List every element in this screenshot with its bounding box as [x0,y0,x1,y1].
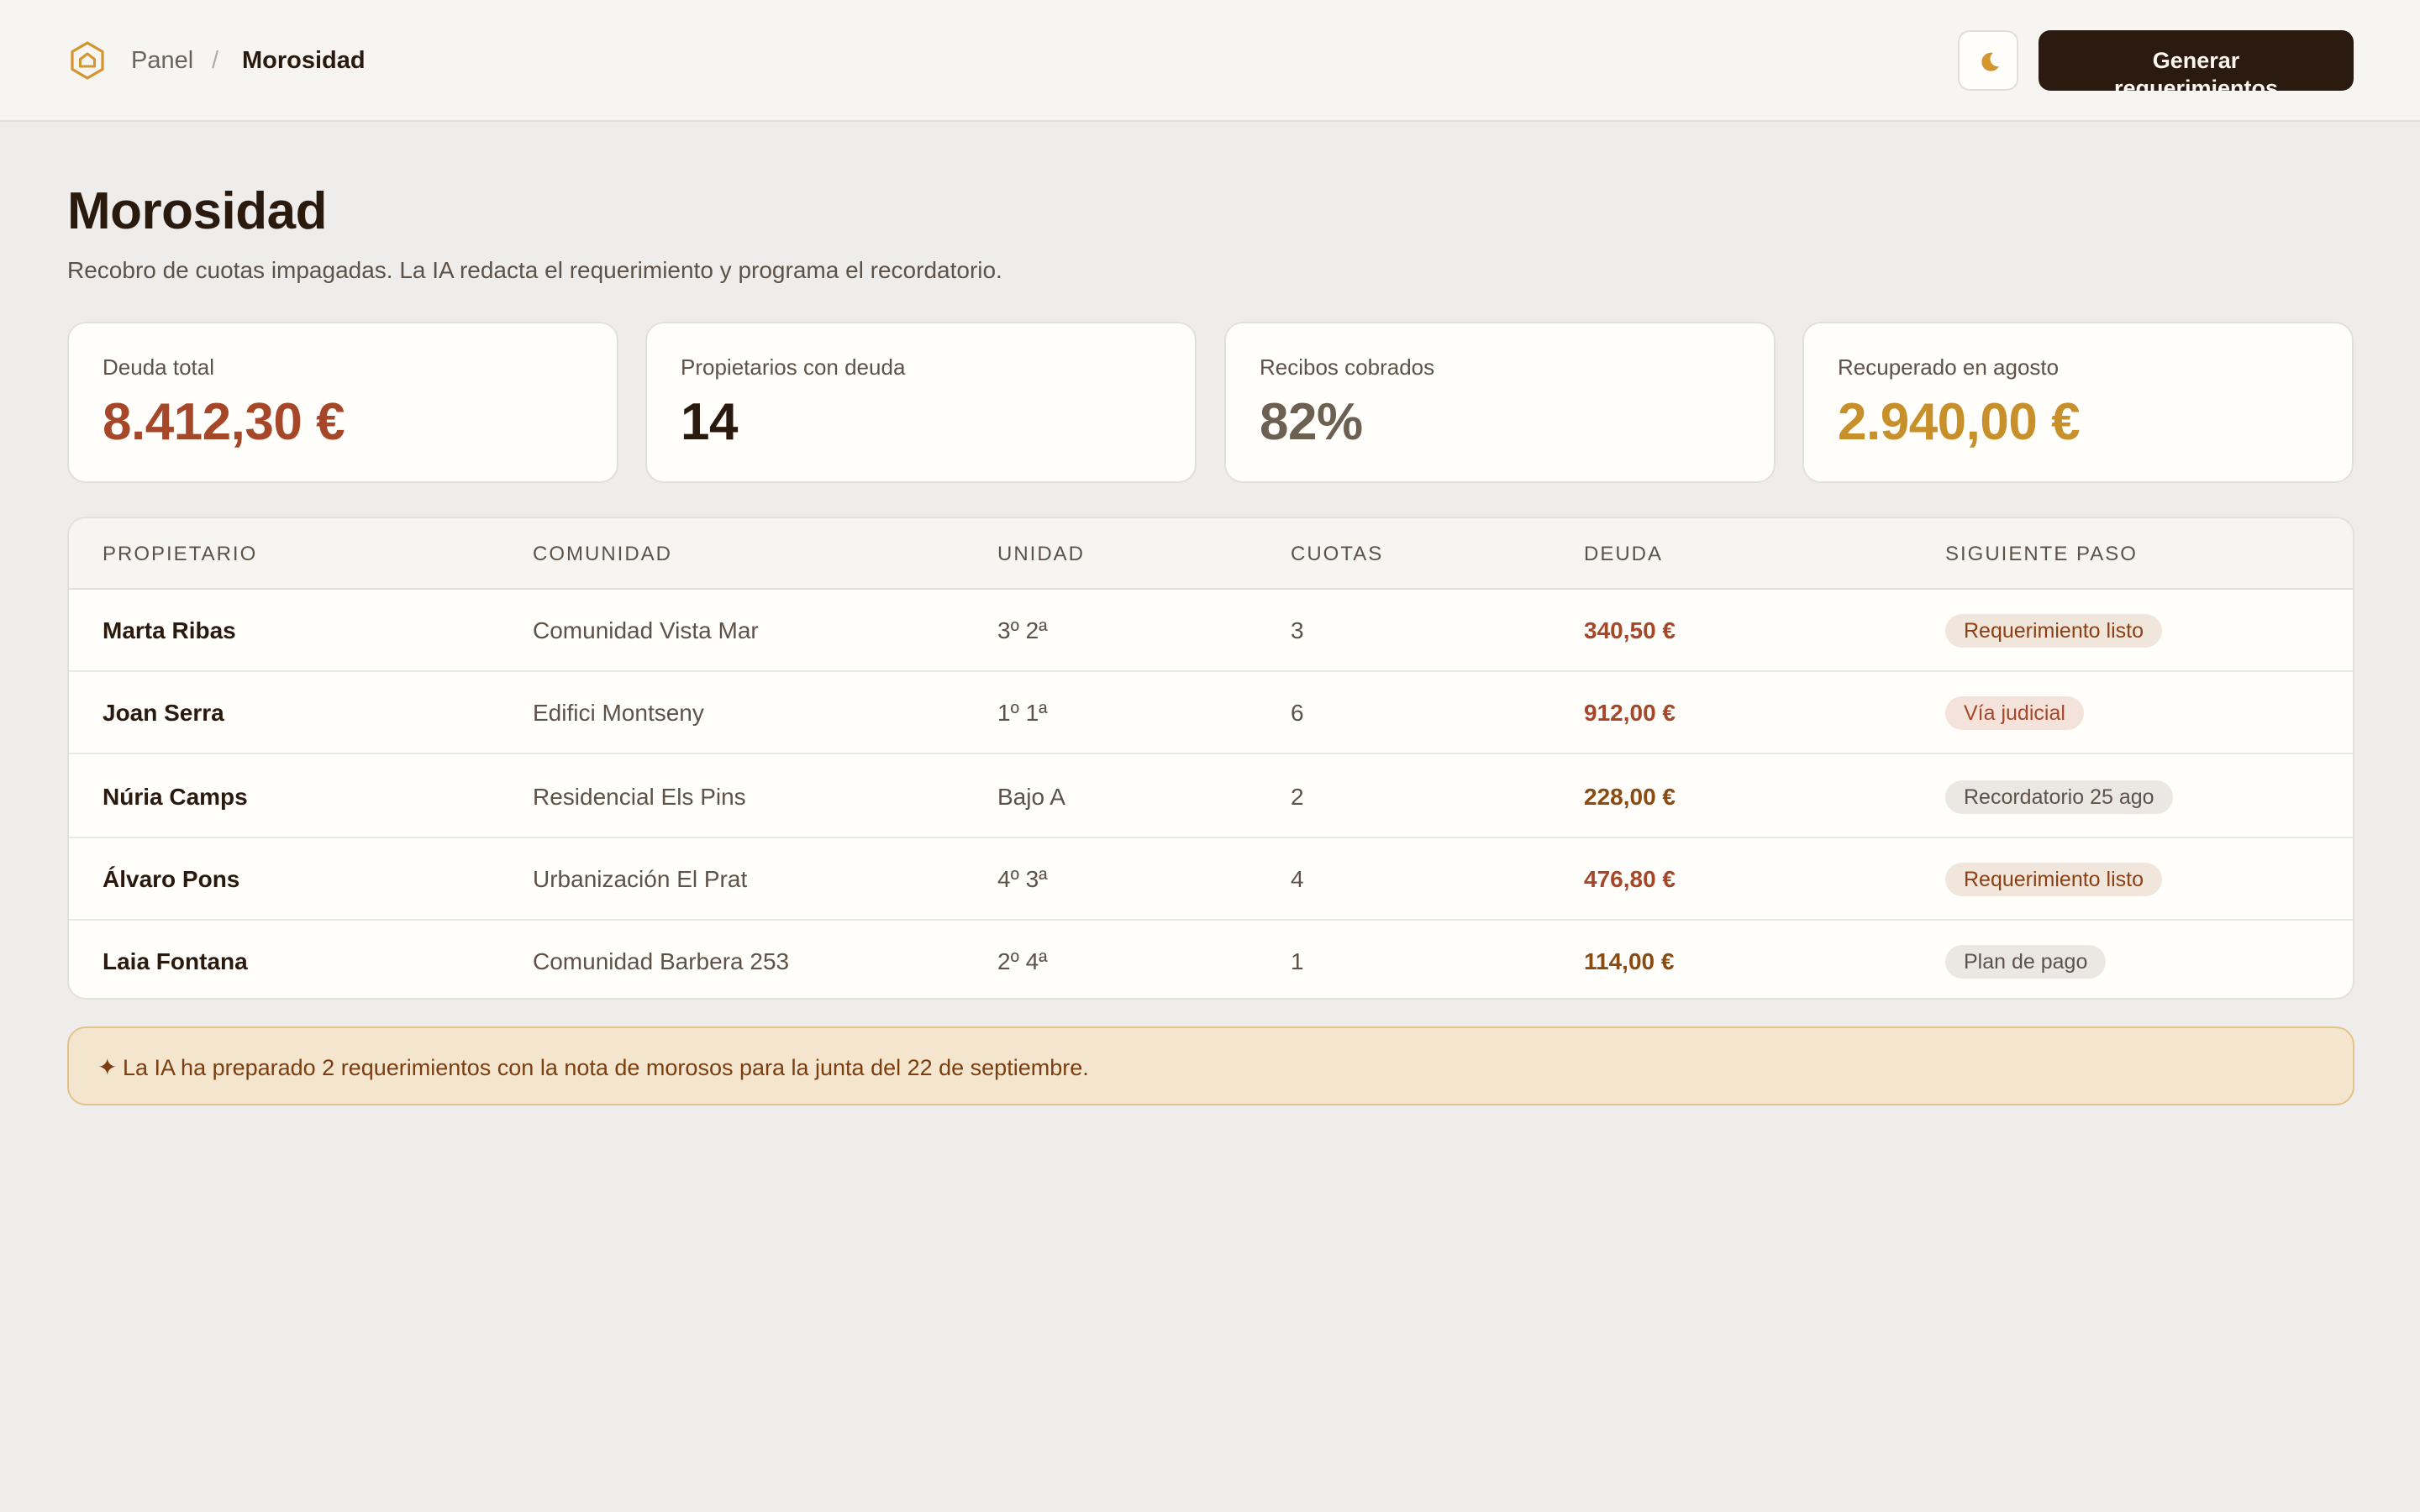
community-cell: Comunidad Vista Mar [533,617,759,643]
unit-cell: 3º 2ª [997,617,1048,643]
stat-label: Deuda total [103,354,214,380]
quotas-cell: 3 [1291,617,1304,643]
breadcrumb-current: Morosidad [242,47,366,74]
owner-cell: Álvaro Pons [103,866,240,892]
stat-value: 2.940,00 € [1838,393,2081,451]
quotas-cell: 1 [1291,948,1304,974]
stat-card-receipts-collected: Recibos cobrados 82% [1224,322,1776,483]
stat-value: 82% [1260,393,1363,451]
column-header-debt[interactable]: DEUDA [1584,541,1663,568]
stat-label: Recuperado en agosto [1838,354,2060,380]
unit-cell: 4º 3ª [997,866,1048,892]
table-header: PROPIETARIO COMUNIDAD UNIDAD CUOTAS DEUD… [69,518,2353,590]
debt-cell: 912,00 € [1584,700,1676,726]
unit-cell: 1º 1ª [997,700,1048,726]
community-cell: Comunidad Barbera 253 [533,948,790,974]
ai-notice-text: La IA ha preparado 2 requerimientos con … [123,1055,1089,1080]
page-subtitle: Recobro de cuotas impagadas. La IA redac… [67,257,1002,283]
debt-cell: 340,50 € [1584,617,1676,643]
page-title: Morosidad [67,182,327,240]
column-header-owner[interactable]: PROPIETARIO [103,541,257,568]
quotas-cell: 6 [1291,700,1304,726]
table-row[interactable]: Laia Fontana Comunidad Barbera 253 2º 4ª… [69,921,2353,998]
sparkle-icon: ✦ [97,1054,118,1080]
theme-toggle-button[interactable] [1958,30,2018,91]
stat-value: 8.412,30 € [103,393,345,451]
community-cell: Edifici Montseny [533,700,704,726]
table-row[interactable]: Marta Ribas Comunidad Vista Mar 3º 2ª 3 … [69,590,2353,672]
generate-requirements-button[interactable]: Generar requerimientos [2039,30,2354,91]
stat-label: Propietarios con deuda [681,354,906,380]
debt-cell: 476,80 € [1584,866,1676,892]
table-row[interactable]: Núria Camps Residencial Els Pins Bajo A … [69,756,2353,838]
breadcrumb-panel-link[interactable]: Panel [131,44,193,77]
stat-card-recovered-august: Recuperado en agosto 2.940,00 € [1802,322,2354,483]
quotas-cell: 4 [1291,866,1304,892]
ai-notice-banner: ✦ La IA ha preparado 2 requerimientos co… [67,1026,2354,1105]
stat-value: 14 [681,393,738,451]
unit-cell: 2º 4ª [997,948,1048,974]
top-bar: Panel / Morosidad Generar requerimientos [0,0,2420,122]
quotas-cell: 2 [1291,784,1304,810]
owner-cell: Laia Fontana [103,948,248,974]
column-header-next-step[interactable]: SIGUIENTE PASO [1945,541,2138,568]
delinquency-table: PROPIETARIO COMUNIDAD UNIDAD CUOTAS DEUD… [67,517,2354,1000]
owner-cell: Marta Ribas [103,617,236,643]
status-badge[interactable]: Requerimiento listo [1945,863,2162,896]
moon-icon [1981,52,1999,71]
table-row[interactable]: Álvaro Pons Urbanización El Prat 4º 3ª 4… [69,838,2353,921]
stat-label: Recibos cobrados [1260,354,1435,380]
column-header-quotas[interactable]: CUOTAS [1291,541,1383,568]
debt-cell: 228,00 € [1584,784,1676,810]
status-badge[interactable]: Requerimiento listo [1945,614,2162,648]
status-badge[interactable]: Vía judicial [1945,696,2084,730]
status-badge[interactable]: Recordatorio 25 ago [1945,780,2173,814]
table-row[interactable]: Joan Serra Edifici Montseny 1º 1ª 6 912,… [69,672,2353,754]
owner-cell: Núria Camps [103,784,248,810]
stat-card-total-debt: Deuda total 8.412,30 € [67,322,618,483]
status-badge[interactable]: Plan de pago [1945,945,2107,979]
breadcrumb-separator: / [212,47,219,74]
column-header-community[interactable]: COMUNIDAD [533,541,672,568]
community-cell: Residencial Els Pins [533,784,746,810]
unit-cell: Bajo A [997,784,1065,810]
owner-cell: Joan Serra [103,700,224,726]
column-header-unit[interactable]: UNIDAD [997,541,1085,568]
house-hexagon-icon[interactable] [67,40,108,81]
debt-cell: 114,00 € [1584,948,1675,974]
stat-card-owners-with-debt: Propietarios con deuda 14 [645,322,1197,483]
community-cell: Urbanización El Prat [533,866,748,892]
